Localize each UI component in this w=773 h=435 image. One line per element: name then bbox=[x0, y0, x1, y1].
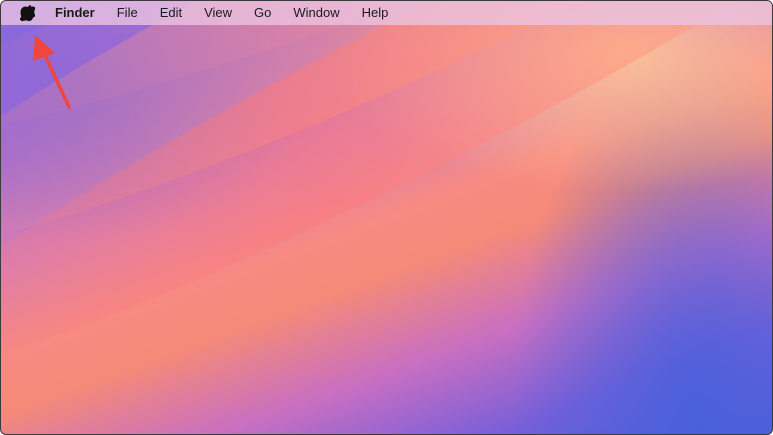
menu-window[interactable]: Window bbox=[293, 1, 339, 25]
menu-help[interactable]: Help bbox=[362, 1, 389, 25]
wallpaper-wave bbox=[1, 1, 772, 433]
menu-view[interactable]: View bbox=[204, 1, 232, 25]
menu-go[interactable]: Go bbox=[254, 1, 271, 25]
red-arrow-icon bbox=[33, 35, 71, 109]
menu-bar: Finder File Edit View Go Window Help bbox=[1, 1, 772, 25]
menu-edit[interactable]: Edit bbox=[160, 1, 182, 25]
apple-logo-icon[interactable] bbox=[19, 4, 35, 22]
desktop: Finder File Edit View Go Window Help bbox=[0, 0, 773, 435]
menu-app-finder[interactable]: Finder bbox=[55, 1, 95, 25]
wallpaper-wave bbox=[1, 1, 772, 188]
menu-file[interactable]: File bbox=[117, 1, 138, 25]
wallpaper-wave bbox=[1, 1, 772, 314]
